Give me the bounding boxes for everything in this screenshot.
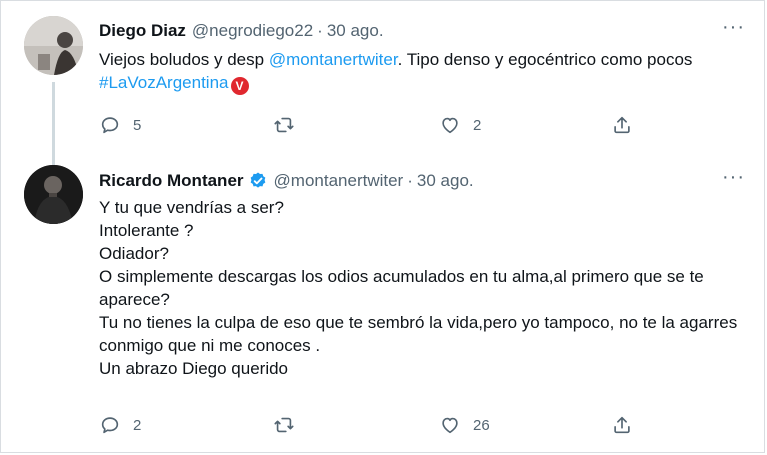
hashtag-emoji-icon: V xyxy=(230,77,249,95)
like-button[interactable]: 2 xyxy=(439,114,481,136)
more-icon[interactable]: ··· xyxy=(722,17,745,37)
like-icon xyxy=(442,117,458,134)
like-count: 2 xyxy=(473,116,482,134)
reply-icon xyxy=(101,417,119,434)
retweet-button[interactable] xyxy=(273,414,307,436)
share-button[interactable] xyxy=(611,114,633,136)
share-icon xyxy=(614,116,630,134)
tweet-header: Diego Diaz @negrodiego22 · 30 ago. xyxy=(99,21,384,41)
retweet-icon xyxy=(274,117,294,133)
timestamp[interactable]: 30 ago. xyxy=(417,171,474,191)
separator-dot: · xyxy=(317,21,323,40)
text-line: O simplemente descargas los odios acumul… xyxy=(99,267,704,309)
reply-icon xyxy=(101,117,119,134)
like-button[interactable]: 26 xyxy=(439,414,490,436)
retweet-button[interactable] xyxy=(273,114,307,136)
tweet-header: Ricardo Montaner @montanertwiter · 30 ag… xyxy=(99,171,474,191)
user-handle[interactable]: @montanertwiter xyxy=(274,171,404,191)
display-name[interactable]: Diego Diaz xyxy=(99,21,186,41)
retweet-icon xyxy=(274,417,294,433)
verified-badge-icon xyxy=(250,172,265,188)
more-icon[interactable]: ··· xyxy=(722,167,745,187)
tweet-text: Y tu que vendrías a ser? Intolerante ? O… xyxy=(99,196,749,380)
text-line: Intolerante ? xyxy=(99,221,194,240)
separator-dot: · xyxy=(407,171,413,190)
text-line: Y tu que vendrías a ser? xyxy=(99,198,284,217)
user-handle[interactable]: @negrodiego22 xyxy=(192,21,313,41)
text-line: Un abrazo Diego querido xyxy=(99,359,289,378)
text-line: Tu no tienes la culpa de eso que te semb… xyxy=(99,313,738,355)
reply-button[interactable]: 5 xyxy=(99,114,141,136)
reply-button[interactable]: 2 xyxy=(99,414,141,436)
avatar[interactable] xyxy=(24,165,83,224)
reply-count: 5 xyxy=(133,116,142,134)
tweet-actions: 5 2 xyxy=(99,114,659,138)
hashtag-link[interactable]: #LaVozArgentina xyxy=(99,73,229,92)
mention-link[interactable]: @montanertwiter xyxy=(269,50,398,69)
share-icon xyxy=(614,416,630,434)
text-segment: . Tipo denso y egocéntrico como pocos xyxy=(397,50,693,69)
like-icon xyxy=(442,417,458,434)
share-button[interactable] xyxy=(611,414,633,436)
avatar[interactable] xyxy=(24,16,83,75)
display-name[interactable]: Ricardo Montaner xyxy=(99,171,244,191)
text-segment: Viejos boludos y desp xyxy=(99,50,269,69)
timestamp[interactable]: 30 ago. xyxy=(327,21,384,41)
like-count: 26 xyxy=(473,416,490,434)
tweet-actions: 2 26 xyxy=(99,414,659,438)
text-line: Odiador? xyxy=(99,244,169,263)
tweet-text: Viejos boludos y desp @montanertwiter. T… xyxy=(99,48,749,95)
reply-count: 2 xyxy=(133,416,142,434)
